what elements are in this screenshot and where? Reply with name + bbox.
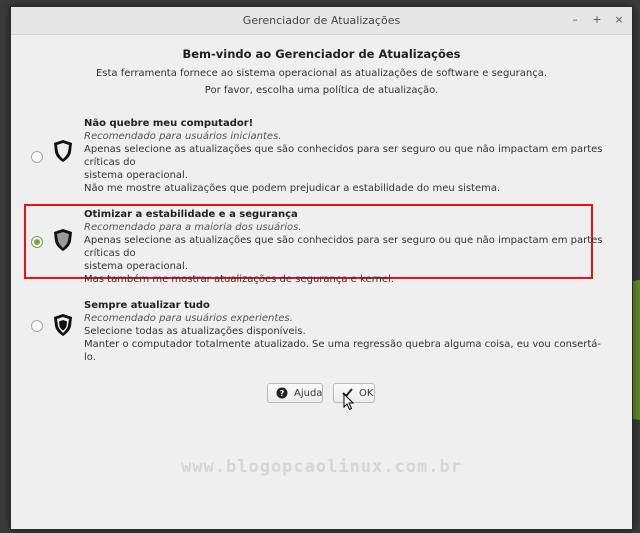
help-button[interactable]: ? Ajuda bbox=[267, 383, 323, 403]
option-title: Não quebre meu computador! bbox=[84, 118, 254, 129]
option-recommendation: Recomendado para usuários experientes. bbox=[84, 313, 293, 324]
minimize-button[interactable]: – bbox=[568, 13, 582, 27]
window-title: Gerenciador de Atualizações bbox=[242, 14, 401, 27]
option-title: Sempre atualizar tudo bbox=[84, 300, 210, 311]
maximize-button[interactable]: + bbox=[590, 13, 604, 27]
help-button-label: Ajuda bbox=[294, 387, 323, 399]
close-button[interactable]: × bbox=[612, 13, 626, 27]
option-title: Otimizar a estabilidade e a segurança bbox=[84, 209, 298, 220]
mouse-cursor-icon bbox=[343, 393, 355, 411]
radio-optimize[interactable] bbox=[31, 236, 43, 248]
svg-text:?: ? bbox=[280, 389, 285, 398]
option-description: sistema operacional. bbox=[84, 261, 188, 272]
option-description: Selecione todas as atualizações disponív… bbox=[84, 326, 306, 337]
welcome-heading: Bem-vindo ao Gerenciador de Atualizações bbox=[182, 47, 461, 61]
titlebar: Gerenciador de Atualizações – + × bbox=[11, 7, 632, 35]
choose-policy-text: Por favor, escolha uma política de atual… bbox=[204, 85, 439, 96]
radio-safe[interactable] bbox=[31, 151, 43, 163]
radio-always[interactable] bbox=[31, 320, 43, 332]
help-icon: ? bbox=[276, 387, 288, 399]
option-description: sistema operacional. bbox=[84, 170, 188, 181]
update-manager-window: Gerenciador de Atualizações – + × Bem-vi… bbox=[10, 6, 633, 530]
shield-icon bbox=[54, 229, 72, 251]
shield-icon bbox=[54, 140, 72, 162]
ok-button-label: OK bbox=[359, 387, 374, 399]
option-description: Não me mostre atualizações que podem pre… bbox=[84, 183, 501, 194]
intro-text: Esta ferramenta fornece ao sistema opera… bbox=[95, 68, 548, 79]
option-description: Manter o computador totalmente atualizad… bbox=[84, 339, 602, 363]
option-recommendation: Recomendado para usuários iniciantes. bbox=[84, 131, 282, 142]
option-description: Apenas selecione as atualizações que são… bbox=[84, 144, 603, 168]
watermark-text: www.blogopcaolinux.com.br bbox=[181, 457, 462, 477]
option-description: Mas também me mostrar atualizações de se… bbox=[84, 274, 394, 285]
option-recommendation: Recomendado para a maioria dos usuários. bbox=[84, 222, 302, 233]
shield-icon bbox=[54, 314, 72, 336]
option-description: Apenas selecione as atualizações que são… bbox=[84, 235, 603, 259]
